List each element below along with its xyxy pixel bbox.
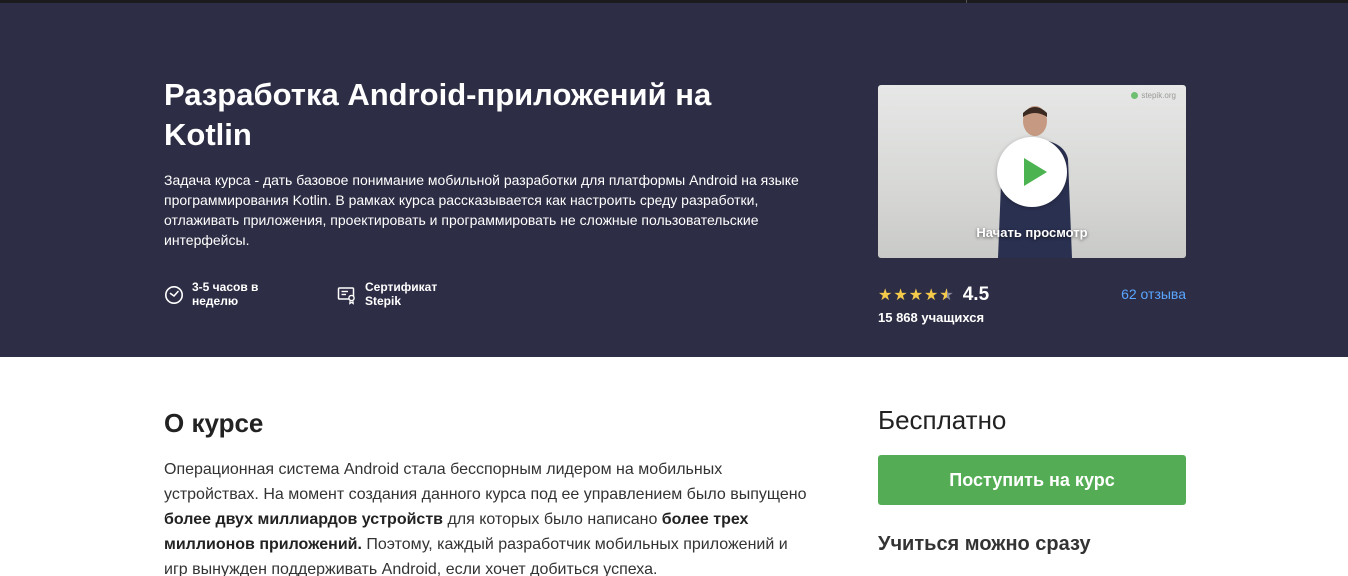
course-summary: Задача курса - дать базовое понимание мо… — [164, 172, 799, 248]
video-brand-label: stepik.org — [1141, 91, 1176, 100]
about-text-part: для которых было написано — [443, 511, 662, 528]
star-icon: ★ — [893, 287, 909, 304]
promo-video[interactable]: stepik.org Начать просмотр — [878, 85, 1186, 258]
start-info: Учиться можно сразу — [878, 533, 1091, 555]
clock-icon — [165, 286, 183, 304]
video-play-label[interactable]: Начать просмотр — [878, 225, 1186, 240]
about-text-part: Операционная система Android стала бессп… — [164, 461, 807, 503]
star-icon: ★ — [878, 287, 894, 304]
feature-certificate-label: Сертификат Stepik — [365, 280, 438, 308]
brand-logo-icon — [1131, 92, 1139, 99]
play-button[interactable] — [997, 137, 1067, 207]
learners-count: 15 868 учащихся — [878, 310, 985, 325]
reviews-link[interactable]: 62 отзыва — [1050, 286, 1186, 302]
about-heading: О курсе — [164, 408, 264, 438]
star-icon: ★ — [924, 287, 940, 304]
half-star-icon: ★ — [939, 285, 954, 305]
course-rating: ★ ★ ★ ★ ★ 4.5 — [878, 284, 989, 306]
feature-certificate: Сертификат Stepik — [337, 280, 475, 312]
enroll-button[interactable]: Поступить на курс — [878, 455, 1186, 505]
course-hero: Разработка Android-приложений на Kotlin … — [0, 3, 1348, 357]
star-icon: ★ — [908, 287, 925, 304]
rating-stars: ★ ★ ★ ★ ★ — [878, 285, 955, 305]
feature-workload: 3-5 часов в неделю — [164, 280, 302, 312]
certificate-icon — [337, 287, 355, 305]
about-text: Операционная система Android стала бессп… — [164, 457, 814, 576]
feature-workload-label: 3-5 часов в неделю — [192, 280, 259, 308]
video-brand: stepik.org — [1131, 91, 1176, 100]
about-text-highlight: более двух миллиардов устройств — [164, 511, 443, 528]
course-price: Бесплатно — [878, 405, 1007, 435]
rating-value: 4.5 — [962, 284, 990, 305]
course-title: Разработка Android-приложений на Kotlin — [164, 77, 712, 152]
